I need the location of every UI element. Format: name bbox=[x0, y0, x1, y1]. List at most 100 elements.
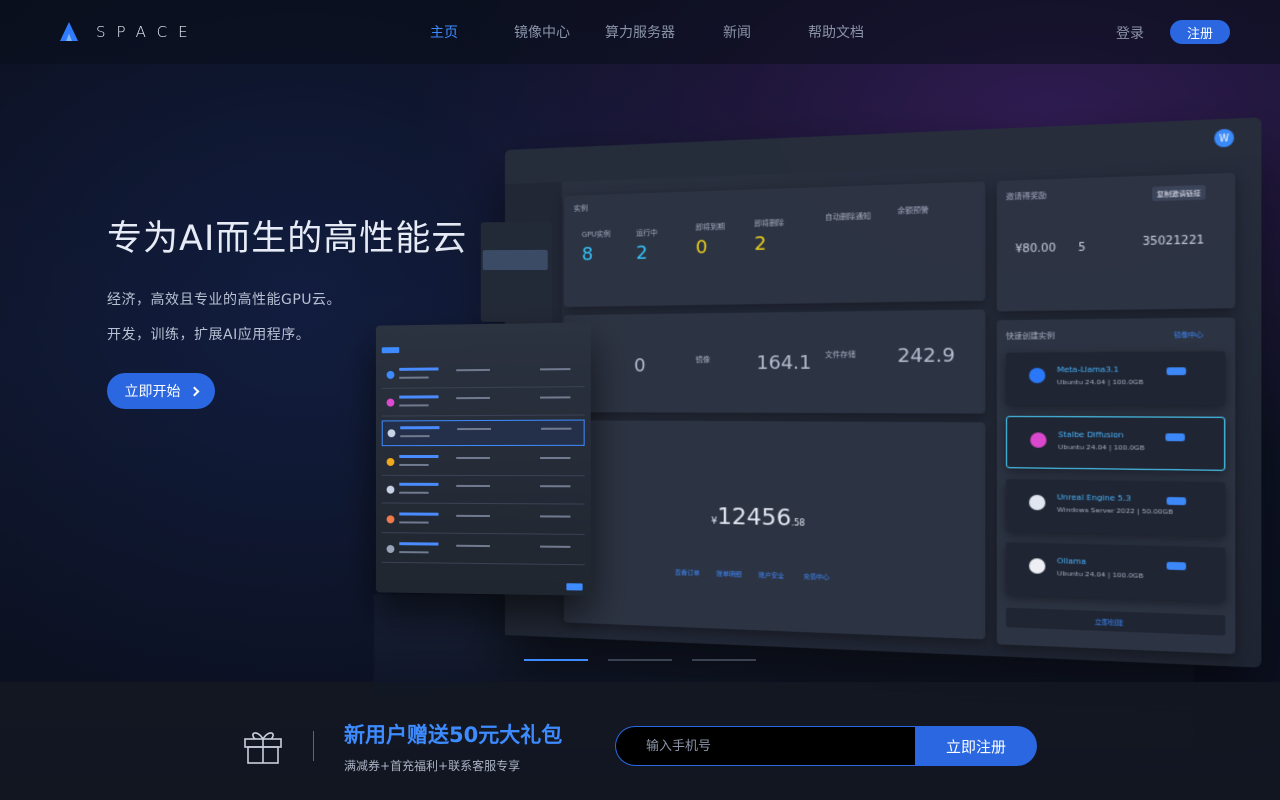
storage-panel: 0 镜像 164.1 文件存储 242.9 bbox=[564, 309, 985, 413]
nav-help-docs[interactable]: 帮助文档 bbox=[808, 22, 864, 42]
to-delete-label: 即将删除 bbox=[754, 218, 784, 229]
list-item[interactable] bbox=[382, 389, 585, 416]
status-badge bbox=[1167, 367, 1186, 375]
logo-icon bbox=[58, 21, 80, 43]
nav-image-center[interactable]: 镜像中心 bbox=[514, 22, 570, 42]
recharge-link[interactable]: 充值中心 bbox=[803, 571, 829, 581]
quick-item-name: Stalbe Diffusion bbox=[1058, 430, 1123, 439]
promo-subtitle: 满减券+首充福利+联系客服专享 bbox=[344, 757, 520, 774]
quick-create-panel: 快速创建实例 镜像中心 Meta-Llama3.1 Ubuntu 24.04 |… bbox=[997, 317, 1236, 654]
quick-create-title: 快速创建实例 bbox=[1006, 330, 1055, 341]
dashboard-mockup: W 实例 GPU实例 8 运行中 2 即将到期 0 即将删除 2 自动删除通知 … bbox=[505, 117, 1261, 667]
unreal-engine-icon bbox=[1029, 495, 1045, 511]
copy-invite-button[interactable]: 复制邀请链接 bbox=[1152, 185, 1206, 201]
ollama-icon bbox=[1029, 558, 1045, 574]
status-badge bbox=[1167, 497, 1186, 505]
gift-icon bbox=[243, 727, 283, 765]
logo[interactable]: SPACE bbox=[58, 20, 199, 44]
hero-title: 专为AI而生的高性能云 bbox=[107, 210, 467, 261]
balance-cents: .58 bbox=[791, 518, 805, 528]
nav-news[interactable]: 新闻 bbox=[723, 22, 751, 42]
confirm-button[interactable] bbox=[566, 583, 582, 590]
avatar: W bbox=[1214, 129, 1234, 148]
create-now-button[interactable]: 立即创建 bbox=[1006, 608, 1225, 636]
top-header: SPACE 主页 镜像中心 算力服务器 新闻 帮助文档 登录 注册 bbox=[0, 0, 1280, 64]
mockup-topbar: W bbox=[505, 117, 1261, 184]
meta-icon bbox=[1029, 368, 1045, 383]
to-delete-value: 2 bbox=[754, 233, 766, 255]
instance-panel: 实例 GPU实例 8 运行中 2 即将到期 0 即将删除 2 自动删除通知 余额… bbox=[564, 181, 985, 307]
auto-renew-label: 自动删除通知 bbox=[825, 211, 871, 223]
carousel-indicators bbox=[524, 659, 756, 661]
gpu-value: 8 bbox=[582, 244, 593, 266]
quick-item-stable-diffusion[interactable]: Stalbe Diffusion Ubuntu 24.04 | 100.0GB bbox=[1006, 416, 1225, 471]
mirror-value: 164.1 bbox=[756, 352, 811, 374]
invite-count: 5 bbox=[1078, 242, 1086, 254]
list-item[interactable] bbox=[382, 450, 585, 476]
balance-value: 12456 bbox=[717, 504, 791, 532]
quick-item-sub: Ubuntu 24.04 | 100.0GB bbox=[1057, 570, 1143, 580]
start-now-label: 立即开始 bbox=[125, 381, 181, 401]
gpu-label: GPU实例 bbox=[582, 229, 611, 240]
promo-title: 新用户赠送50元大礼包 bbox=[344, 719, 562, 749]
balance-amount: ¥12456.58 bbox=[711, 504, 805, 532]
quick-item-ollama[interactable]: Ollama Ubuntu 24.04 | 100.0GB bbox=[1006, 542, 1225, 602]
login-link[interactable]: 登录 bbox=[1116, 23, 1144, 43]
invite-code: 35021221 bbox=[1142, 235, 1204, 249]
zero-value: 0 bbox=[634, 355, 646, 377]
quick-item-sub: Windows Server 2022 | 50.00GB bbox=[1057, 506, 1173, 516]
phone-input[interactable] bbox=[615, 726, 925, 766]
running-label: 运行中 bbox=[636, 228, 657, 239]
quick-item-name: Unreal Engine 5.3 bbox=[1057, 493, 1131, 503]
quick-image-center-link[interactable]: 镜像中心 bbox=[1174, 329, 1203, 339]
quick-item-llama[interactable]: Meta-Llama3.1 Ubuntu 24.04 | 100.0GB bbox=[1006, 351, 1225, 405]
hero-subtitle-2: 开发，训练，扩展AI应用程序。 bbox=[107, 324, 310, 344]
balance-warn-label: 余额预警 bbox=[897, 205, 928, 217]
quick-item-sub: Ubuntu 24.04 | 100.0GB bbox=[1058, 444, 1144, 453]
instance-title: 实例 bbox=[574, 203, 588, 214]
expiring-label: 即将到期 bbox=[696, 222, 725, 233]
mirror-label: 镜像 bbox=[696, 355, 711, 365]
invite-title: 邀请得奖励 bbox=[1006, 190, 1047, 202]
status-badge bbox=[1167, 562, 1186, 570]
carousel-dot[interactable] bbox=[608, 659, 672, 661]
chevron-right-icon bbox=[189, 387, 199, 397]
quick-item-name: Meta-Llama3.1 bbox=[1057, 365, 1119, 374]
register-button[interactable]: 注册 bbox=[1170, 20, 1230, 44]
app-nav-item-active[interactable] bbox=[483, 250, 548, 270]
list-item[interactable] bbox=[382, 507, 585, 534]
carousel-dot[interactable] bbox=[524, 659, 588, 661]
invite-panel: 邀请得奖励 复制邀请链接 ¥80.00 5 35021221 bbox=[997, 173, 1236, 312]
image-tab-active[interactable] bbox=[382, 347, 400, 353]
image-list-panel bbox=[376, 322, 591, 595]
storage-value: 242.9 bbox=[897, 344, 955, 367]
storage-label: 文件存储 bbox=[825, 349, 856, 360]
nav-home[interactable]: 主页 bbox=[430, 22, 458, 42]
quick-item-sub: Ubuntu 24.04 | 100.0GB bbox=[1057, 379, 1143, 387]
account-security-link[interactable]: 账户安全 bbox=[759, 570, 785, 580]
promo-divider bbox=[313, 731, 314, 761]
register-now-button[interactable]: 立即注册 bbox=[915, 726, 1037, 766]
carousel-dot[interactable] bbox=[692, 659, 756, 661]
expiring-value: 0 bbox=[696, 237, 708, 259]
stable-diffusion-icon bbox=[1030, 432, 1046, 447]
list-item[interactable] bbox=[382, 537, 585, 565]
nav-compute-servers[interactable]: 算力服务器 bbox=[605, 22, 675, 42]
app-nav-item[interactable] bbox=[483, 284, 548, 304]
list-item[interactable] bbox=[382, 478, 585, 505]
bills-link[interactable]: 账单明细 bbox=[716, 568, 741, 578]
create-now-label: 立即创建 bbox=[1095, 616, 1124, 627]
status-badge bbox=[1165, 433, 1184, 441]
orders-link[interactable]: 查看订单 bbox=[675, 567, 700, 577]
running-value: 2 bbox=[636, 242, 648, 264]
list-item[interactable] bbox=[382, 361, 585, 389]
list-item[interactable] bbox=[382, 420, 585, 447]
quick-item-unreal[interactable]: Unreal Engine 5.3 Windows Server 2022 | … bbox=[1006, 479, 1225, 536]
invite-amount: ¥80.00 bbox=[1015, 243, 1056, 256]
balance-panel: ¥12456.58 查看订单 账单明细 账户安全 充值中心 bbox=[564, 420, 985, 639]
app-side-nav bbox=[481, 222, 552, 323]
quick-item-name: Ollama bbox=[1057, 557, 1086, 567]
logo-text: SPACE bbox=[96, 23, 199, 41]
hero-subtitle-1: 经济，高效且专业的高性能GPU云。 bbox=[107, 289, 341, 309]
start-now-button[interactable]: 立即开始 bbox=[107, 373, 215, 409]
